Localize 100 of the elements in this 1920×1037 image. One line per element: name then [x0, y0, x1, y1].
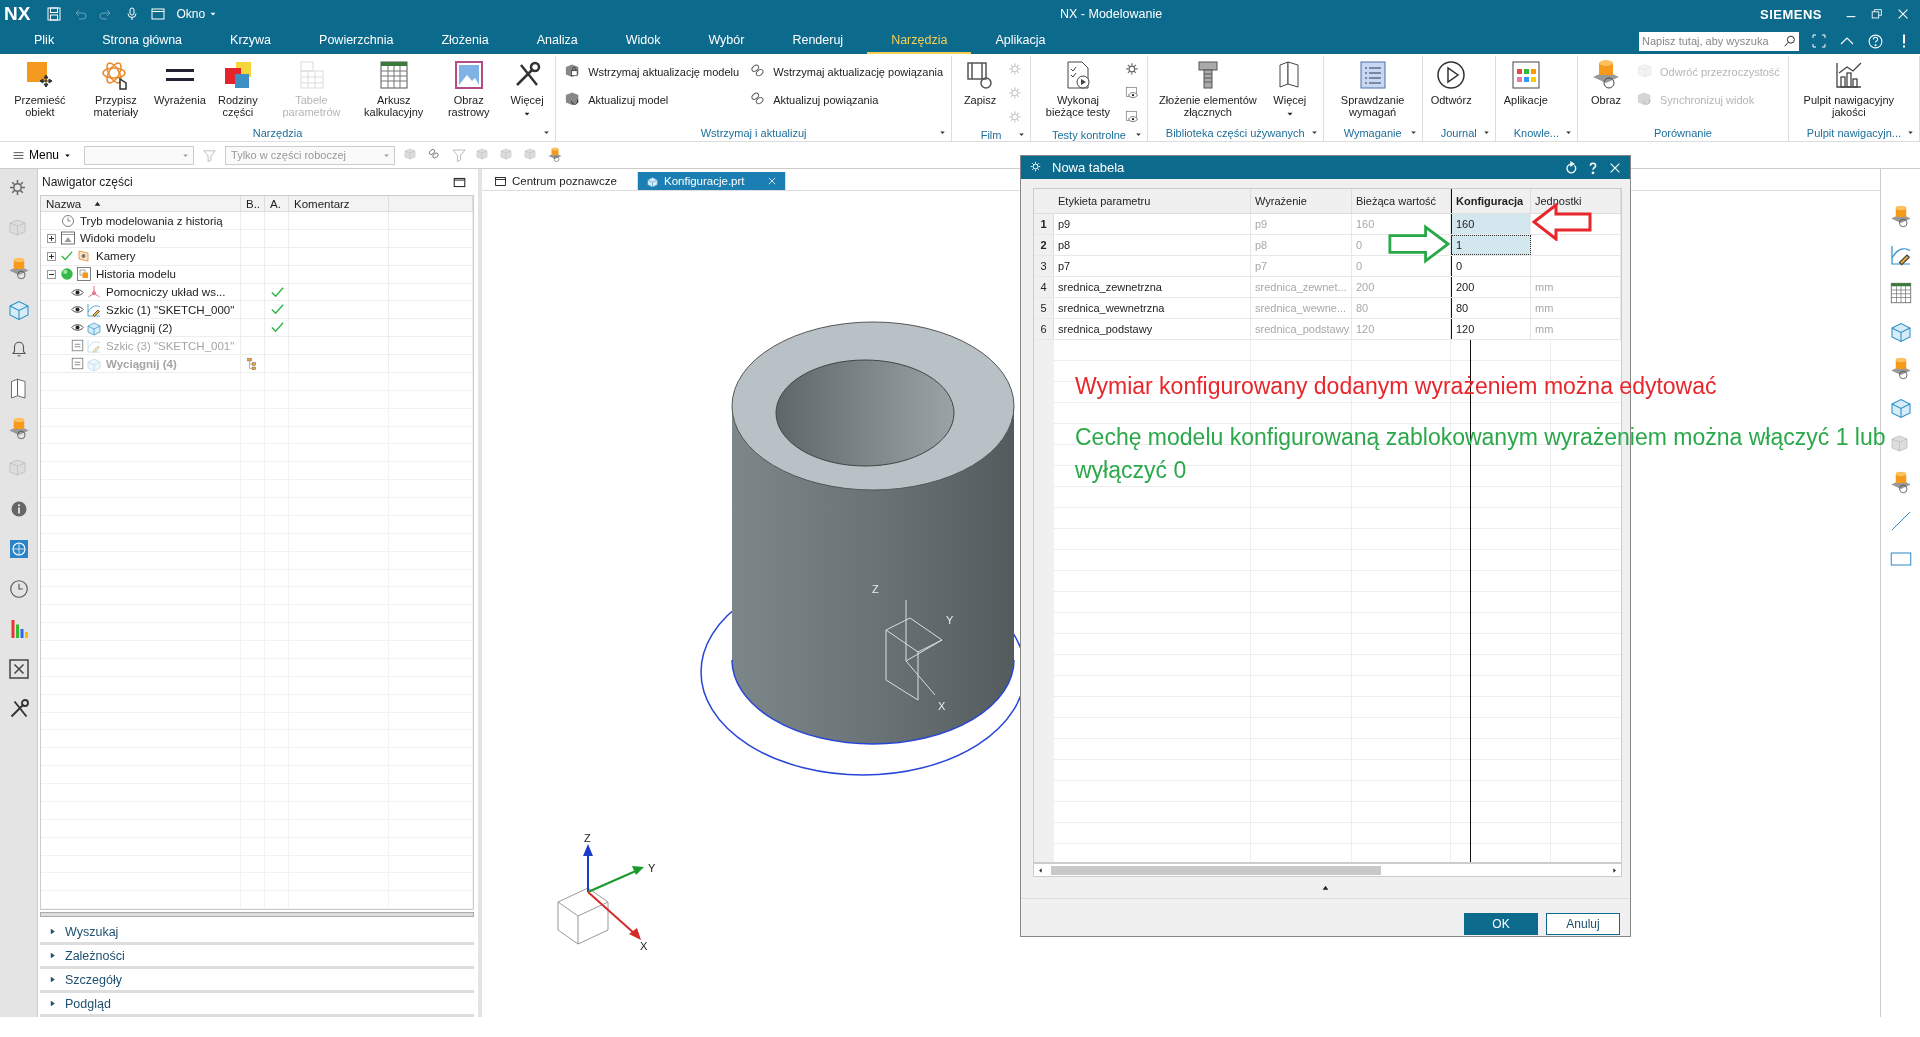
table-cell[interactable]: 80	[1451, 298, 1531, 318]
caret-icon[interactable]	[542, 128, 552, 137]
table-cell: 120	[1352, 319, 1451, 339]
ribbon-button[interactable]: Sprawdzanie wymagań	[1327, 56, 1418, 118]
panel-section-header[interactable]: Podgląd	[40, 993, 474, 1017]
cylinder-icon[interactable]	[1888, 205, 1913, 229]
tree-item[interactable]: Pomocniczy układ ws...	[106, 286, 226, 299]
ribbon-button[interactable]: Wyrażenia	[155, 56, 204, 106]
tree-item[interactable]: Wyciągnij (2)	[106, 321, 173, 334]
close-icon[interactable]	[1896, 7, 1910, 21]
ribbon-button[interactable]: Wstrzymaj aktualizację modelu	[560, 60, 744, 84]
help-icon[interactable]	[1867, 32, 1884, 50]
ribbon-button[interactable]: Więcej	[1265, 56, 1314, 119]
cylinder-icon[interactable]	[1888, 357, 1913, 381]
table-cell[interactable]: 1	[1451, 235, 1531, 255]
maximize-icon[interactable]	[453, 175, 466, 189]
column-header[interactable]: B..	[241, 196, 265, 212]
ribbon-button[interactable]: Rodziny części	[205, 56, 270, 118]
panel-section-header[interactable]: Szczegóły	[40, 969, 474, 993]
ribbon-button[interactable]: Wstrzymaj aktualizację powiązania	[745, 60, 948, 84]
tree-item[interactable]: Widoki modelu	[80, 232, 156, 245]
menu-tab[interactable]: Powierzchnia	[295, 30, 418, 54]
ribbon-button[interactable]: Aktualizuj powiązania	[745, 88, 948, 112]
ribbon-button[interactable]: Aplikacje	[1499, 56, 1552, 106]
dialog-button[interactable]: OK	[1464, 913, 1538, 935]
caret-icon[interactable]	[1564, 128, 1573, 137]
search-field[interactable]: Napisz tutaj, aby wyszuka	[1639, 31, 1799, 51]
table-cell[interactable]: 120	[1451, 319, 1531, 339]
sketch-icon[interactable]	[1888, 243, 1913, 267]
menu-tab[interactable]: Narzędzia	[867, 30, 972, 54]
caret-icon[interactable]	[1309, 128, 1319, 137]
dialog-button[interactable]: Anuluj	[1546, 913, 1620, 935]
column-header[interactable]: Etykieta parametru	[1054, 189, 1251, 213]
ribbon-button[interactable]: Obraz rastrowy	[436, 56, 502, 118]
window-icon[interactable]	[150, 6, 167, 22]
cylinder-icon[interactable]	[6, 257, 31, 281]
table-cell: 200	[1352, 277, 1451, 297]
ribbon-button[interactable]: Przypisz materiały	[77, 56, 154, 118]
ribbon-button[interactable]: Aktualizuj model	[560, 88, 744, 112]
menu-tab[interactable]: Wybór	[684, 30, 769, 54]
ribbon-button[interactable]: Zapisz	[956, 56, 1005, 106]
expand-toggle[interactable]	[47, 233, 56, 243]
cylinder-icon[interactable]	[1888, 471, 1913, 495]
column-header[interactable]: Nazwa	[41, 196, 241, 212]
menu-tab[interactable]: Analiza	[512, 30, 602, 54]
tree-item[interactable]: Tryb modelowania z historią	[80, 214, 223, 227]
caret-icon[interactable]	[1906, 128, 1915, 137]
ribbon-button[interactable]: Złożenie elementów złącznych	[1151, 56, 1264, 118]
caret-icon[interactable]	[1481, 128, 1491, 137]
table-cell[interactable]: 0	[1451, 256, 1531, 276]
caret-icon[interactable]	[1408, 128, 1418, 137]
ribbon-button[interactable]: Arkusz kalkulacyjny	[353, 56, 435, 118]
column-header[interactable]: A.	[265, 196, 289, 212]
tree-item[interactable]: Kamery	[96, 250, 136, 263]
expand-toggle[interactable]	[47, 251, 56, 261]
panel-title: Nawigator części	[42, 175, 133, 189]
table-cell[interactable]: 200	[1451, 277, 1531, 297]
restore-icon[interactable]	[1870, 7, 1884, 21]
ribbon-button[interactable]: Odtwórz	[1426, 56, 1476, 106]
cylinder-icon[interactable]	[6, 417, 31, 441]
menu-tab[interactable]: Plik	[10, 30, 79, 54]
caret-icon[interactable]	[938, 128, 948, 137]
spreadsheet-icon[interactable]	[1888, 281, 1913, 305]
expand-toggle[interactable]	[47, 269, 56, 279]
menu-button[interactable]: Menu	[8, 148, 77, 162]
fullscreen-icon[interactable]	[1811, 33, 1827, 49]
ribbon-button[interactable]: Wykonaj bieżące testy	[1035, 56, 1121, 118]
menu-tab[interactable]: Krzywa	[206, 30, 296, 54]
column-header[interactable]: Komentarz	[289, 196, 389, 212]
table-cell[interactable]: 160	[1451, 214, 1531, 234]
menu-tab[interactable]: Renderuj	[768, 30, 868, 54]
menu-tab[interactable]: Złożenia	[417, 30, 513, 54]
row-number: 1	[1034, 214, 1054, 234]
ribbon-button[interactable]: Przemieść obiekt	[4, 56, 76, 118]
horizontal-scrollbar[interactable]	[1033, 863, 1622, 877]
caret-icon[interactable]	[1017, 130, 1027, 139]
ribbon-group-label: Wymaganie	[1343, 126, 1402, 139]
menu-tab[interactable]: Strona główna	[78, 30, 207, 54]
ribbon-button[interactable]: Więcej	[503, 56, 552, 119]
save-icon[interactable]	[46, 6, 63, 22]
sort-arrow-icon[interactable]	[1321, 883, 1330, 892]
column-header[interactable]: Wyrażenie	[1251, 189, 1352, 213]
column-header[interactable]: Konfiguracja	[1451, 189, 1531, 213]
tree-item[interactable]: Historia modelu	[96, 268, 176, 281]
row-number: 4	[1034, 277, 1054, 297]
suppressed-box-icon[interactable]	[71, 357, 84, 371]
menu-tab[interactable]: Aplikacja	[971, 30, 1070, 54]
menu-tab[interactable]: Widok	[601, 30, 685, 54]
panel-section-header[interactable]: Zależności	[40, 945, 474, 969]
column-header[interactable]: Bieżąca wartość	[1352, 189, 1451, 213]
reset-icon[interactable]	[1564, 160, 1578, 175]
document-tab[interactable]: Konfiguracje.prt	[638, 172, 786, 190]
tree-item[interactable]: Szkic (1) "SKETCH_000"	[106, 303, 235, 316]
panel-section-header[interactable]: Wyszukaj	[40, 921, 474, 945]
caret-icon[interactable]	[1133, 130, 1143, 139]
ribbon-button[interactable]: Pulpit nawigacyjny jakości	[1792, 56, 1905, 118]
table-cell: srednica_wewnetrzna	[1054, 298, 1251, 318]
window-menu[interactable]: Okno	[176, 7, 219, 21]
wrench-icon[interactable]	[6, 657, 31, 681]
ribbon-button[interactable]: Obraz	[1582, 56, 1630, 106]
